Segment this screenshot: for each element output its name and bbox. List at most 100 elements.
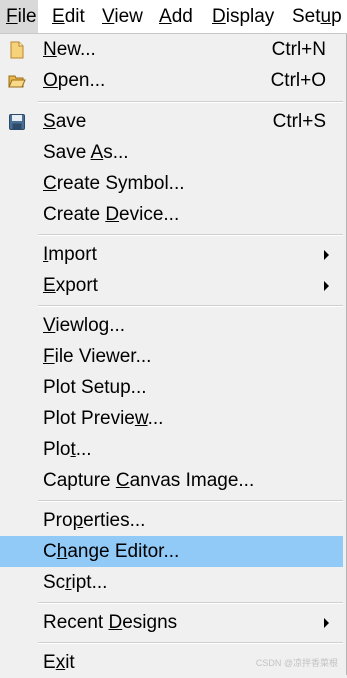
label-post: ile Viewer... — [54, 346, 152, 367]
menu-display[interactable]: Display — [212, 0, 274, 34]
menu-item-label: Capture Canvas Image... — [43, 465, 254, 496]
label-accel: N — [43, 39, 57, 60]
menu-separator — [38, 234, 343, 236]
label-pre: Capture — [43, 470, 116, 491]
menu-item-export[interactable]: Export — [0, 270, 343, 301]
menu-item-label: Save As... — [43, 137, 129, 168]
menu-item-label: Change Editor... — [43, 536, 179, 567]
menu-item-import[interactable]: Import — [0, 239, 343, 270]
label-post: anvas Image... — [129, 470, 255, 491]
menu-item-create-device[interactable]: Create Device... — [0, 199, 343, 230]
menu-item-properties[interactable]: Properties... — [0, 505, 343, 536]
label-post: erties... — [83, 510, 146, 531]
floppy-disk-icon — [8, 113, 26, 131]
menu-item-plot-preview[interactable]: Plot Preview... — [0, 403, 343, 434]
label-accel: w — [134, 408, 148, 429]
label-pre: Recent — [43, 612, 109, 633]
submenu-arrow-icon — [324, 618, 329, 628]
menu-view-text-post: iew — [114, 6, 143, 27]
label-post: it — [65, 652, 75, 673]
menu-view[interactable]: View — [102, 0, 143, 34]
menu-add[interactable]: Add — [159, 0, 193, 34]
menu-file[interactable]: File — [0, 0, 38, 34]
label-pre: Plo — [43, 439, 71, 460]
menu-item-label: New... — [43, 34, 96, 65]
menu-item-label: Create Symbol... — [43, 168, 185, 199]
menu-edit[interactable]: Edit — [52, 0, 85, 34]
menu-item-create-symbol[interactable]: Create Symbol... — [0, 168, 343, 199]
menu-item-open[interactable]: Open... Ctrl+O — [0, 65, 343, 96]
label-accel: p — [72, 510, 84, 531]
menu-separator — [38, 500, 343, 502]
shortcut-label: Ctrl+O — [270, 70, 326, 91]
file-menu-dropdown: New... Ctrl+N Open... Ctrl+O Save Ctrl+S… — [0, 34, 347, 675]
menu-add-text-accel: A — [159, 6, 172, 27]
menu-display-text-accel: D — [212, 6, 226, 27]
shortcut-label: Ctrl+N — [271, 39, 326, 60]
label-post: ave — [55, 111, 87, 132]
menu-file-text-accel: F — [6, 6, 18, 27]
menu-item-label: Script... — [43, 567, 107, 598]
label-pre: Sc — [43, 572, 66, 593]
menu-item-viewlog[interactable]: Viewlog... — [0, 310, 343, 341]
menu-edit-text-accel: E — [52, 6, 65, 27]
label-post: esigns — [122, 612, 178, 633]
open-folder-icon — [8, 72, 26, 90]
label-pre: Create — [43, 204, 106, 225]
menu-item-capture-canvas-image[interactable]: Capture Canvas Image... — [0, 465, 343, 496]
label-accel: C — [43, 173, 57, 194]
menu-item-new[interactable]: New... Ctrl+N — [0, 34, 343, 65]
menu-item-label: Viewlog... — [43, 310, 125, 341]
menu-item-file-viewer[interactable]: File Viewer... — [0, 341, 343, 372]
label-post: xport — [55, 275, 98, 296]
label-accel: D — [108, 612, 123, 633]
label-accel: D — [105, 204, 120, 225]
label-post: ange Editor... — [67, 541, 180, 562]
shortcut-label: Ctrl+S — [272, 111, 326, 132]
menu-item-recent-designs[interactable]: Recent Designs — [0, 607, 343, 638]
menu-item-label: Exit — [43, 647, 75, 678]
submenu-arrow-icon — [324, 250, 329, 260]
label-accel: S — [43, 111, 56, 132]
menu-item-label: Plot Setup... — [43, 372, 147, 403]
menu-separator — [38, 305, 343, 307]
menu-item-label: Export — [43, 270, 98, 301]
label-pre: Plot Setup... — [43, 377, 147, 398]
menu-item-label: Open... — [43, 65, 105, 96]
menu-item-plot-setup[interactable]: Plot Setup... — [0, 372, 343, 403]
menu-item-label: Plot Preview... — [43, 403, 163, 434]
label-post: s... — [103, 142, 129, 163]
menu-item-save-as[interactable]: Save As... — [0, 137, 343, 168]
watermark: CSDN @凉拌香菜根 — [255, 658, 338, 668]
menu-file-text-post: ile — [17, 6, 37, 27]
menu-item-label: Recent Designs — [43, 607, 177, 638]
menu-separator — [38, 101, 343, 103]
label-accel: h — [56, 541, 68, 562]
label-pre: Pro — [43, 510, 73, 531]
label-accel: x — [55, 652, 66, 673]
menu-item-change-editor[interactable]: Change Editor... — [0, 536, 343, 567]
menu-item-save[interactable]: Save Ctrl+S — [0, 106, 343, 137]
menu-setup-text-accel: u — [320, 6, 332, 27]
label-post: iewlog... — [55, 315, 126, 336]
label-post: reate Symbol... — [56, 173, 185, 194]
menu-item-plot[interactable]: Plot... — [0, 434, 343, 465]
label-post: ew... — [56, 39, 96, 60]
label-accel: O — [43, 70, 58, 91]
menu-item-script[interactable]: Script... — [0, 567, 343, 598]
menu-edit-text-post: dit — [64, 6, 85, 27]
menu-item-label: Plot... — [43, 434, 92, 465]
menu-item-label: Create Device... — [43, 199, 179, 230]
label-accel: F — [43, 346, 55, 367]
menu-separator — [38, 642, 343, 644]
label-accel: E — [43, 275, 56, 296]
label-accel: A — [90, 142, 104, 163]
label-post: mport — [48, 244, 97, 265]
label-post: ... — [75, 439, 92, 460]
menu-item-label: Import — [43, 239, 97, 270]
menu-setup[interactable]: Setup — [292, 0, 342, 34]
menu-view-text-accel: V — [102, 6, 115, 27]
menu-bar: File Edit View Add Display Setup — [0, 0, 347, 34]
menu-display-text-post: isplay — [225, 6, 275, 27]
label-post: evice... — [119, 204, 180, 225]
